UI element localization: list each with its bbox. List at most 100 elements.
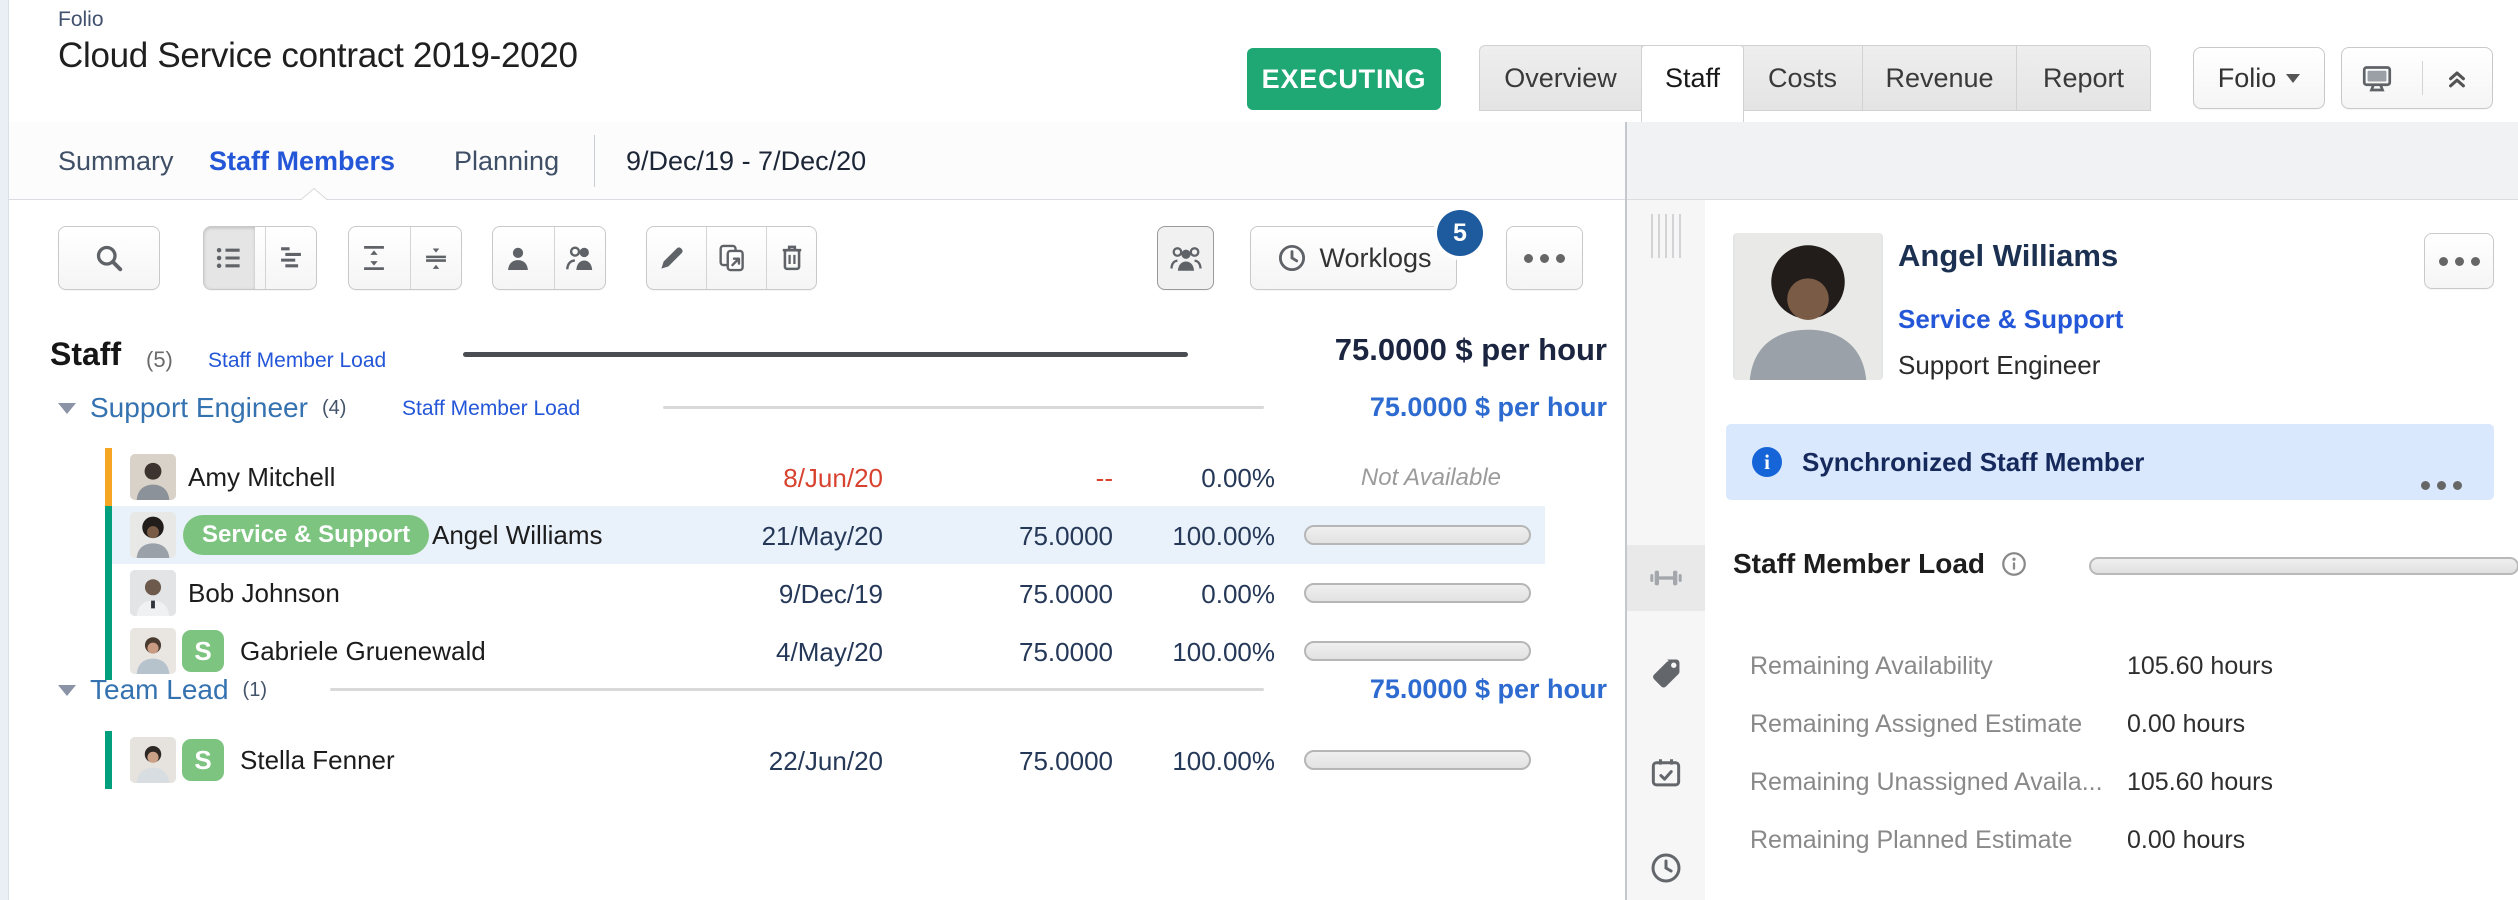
- list-view-group: [203, 226, 317, 290]
- row-percent: 0.00%: [1201, 463, 1275, 494]
- compact-list-button[interactable]: [265, 227, 317, 289]
- list-compact-icon: [274, 241, 308, 275]
- tab-overview[interactable]: Overview: [1480, 46, 1642, 110]
- more-ellipsis-icon: [1524, 254, 1533, 263]
- info-banner-text: Synchronized Staff Member: [1802, 447, 2144, 478]
- detailed-list-button[interactable]: [204, 227, 255, 289]
- folio-dropdown-label: Folio: [2218, 63, 2277, 94]
- table-row-gabriele-gruenewald[interactable]: S Gabriele Gruenewald 4/May/20 75.0000 1…: [105, 622, 1545, 680]
- info-outline-icon[interactable]: [1999, 549, 2029, 579]
- expand-rows-icon: [357, 241, 391, 275]
- add-people-button[interactable]: [554, 227, 606, 289]
- schedule-tab-button[interactable]: [1627, 745, 1705, 801]
- worklog-tab-button[interactable]: [1627, 840, 1705, 896]
- staff-name: Amy Mitchell: [188, 462, 335, 493]
- detail-panel-icon-strip: [1627, 200, 1705, 900]
- collapse-header-button[interactable]: [2422, 61, 2493, 95]
- clock-icon: [1647, 849, 1685, 887]
- section-load-bar: [663, 406, 1264, 409]
- collapse-section-icon[interactable]: [58, 403, 76, 414]
- row-percent: 100.00%: [1172, 746, 1275, 777]
- tab-staff[interactable]: Staff: [1641, 45, 1744, 122]
- list-bulleted-icon: [212, 241, 246, 275]
- metric-value: 105.60 hours: [2127, 768, 2273, 797]
- section-title[interactable]: Team Lead: [90, 674, 229, 706]
- banner-more-button[interactable]: [2421, 481, 2462, 490]
- tab-report[interactable]: Report: [2017, 46, 2150, 110]
- row-rate: 75.0000: [1019, 637, 1113, 668]
- page-header: Folio Cloud Service contract 2019-2020 E…: [9, 0, 2518, 123]
- nav-tab-staff-members[interactable]: Staff Members: [209, 136, 395, 186]
- dumbbell-icon: [1646, 558, 1686, 598]
- table-row-bob-johnson[interactable]: Bob Johnson 9/Dec/19 75.0000 0.00%: [105, 564, 1545, 622]
- panel-drag-handle-icon[interactable]: [1627, 212, 1705, 260]
- section-title[interactable]: Support Engineer: [90, 392, 308, 424]
- search-button[interactable]: [58, 226, 160, 290]
- search-icon: [91, 240, 127, 276]
- edit-pencil-icon: [655, 241, 689, 275]
- section-load-link[interactable]: Staff Member Load: [402, 397, 580, 421]
- collapse-rows-button[interactable]: [410, 227, 462, 289]
- nav-tab-summary[interactable]: Summary: [58, 136, 174, 186]
- detail-load-bar: [2089, 557, 2518, 575]
- chevron-down-icon: [2286, 74, 2300, 83]
- expand-rows-button[interactable]: [349, 227, 400, 289]
- detail-more-button[interactable]: [2424, 233, 2494, 289]
- more-actions-button[interactable]: [1506, 226, 1583, 290]
- load-heading-row: Staff Member Load: [1733, 548, 2029, 580]
- worklogs-button[interactable]: Worklogs: [1250, 226, 1457, 290]
- nav-tab-planning[interactable]: Planning: [454, 136, 559, 186]
- staff-name: Angel Williams: [432, 520, 603, 551]
- row-date: 22/Jun/20: [769, 746, 883, 777]
- folio-dropdown-button[interactable]: Folio: [2193, 47, 2325, 109]
- row-load-bar: [1304, 641, 1531, 661]
- staff-detail-panel: Angel Williams Service & Support Support…: [1705, 200, 2518, 900]
- delete-button[interactable]: [766, 227, 816, 289]
- presentation-mode-button[interactable]: [2342, 60, 2412, 96]
- metric-row: Remaining Planned Estimate 0.00 hours: [1750, 812, 2510, 870]
- folio-date-range[interactable]: 9/Dec/19 - 7/Dec/20: [626, 136, 866, 186]
- collapse-rows-icon: [419, 241, 453, 275]
- synchronized-info-banner: i Synchronized Staff Member: [1726, 424, 2494, 500]
- row-percent: 0.00%: [1201, 579, 1275, 610]
- staff-count: (5): [146, 347, 173, 373]
- metric-label: Remaining Unassigned Availa...: [1750, 768, 2103, 797]
- table-row-amy-mitchell[interactable]: Amy Mitchell 8/Jun/20 -- 0.00% Not Avail…: [105, 448, 1545, 506]
- section-count: (1): [243, 679, 267, 702]
- row-rate: 75.0000: [1019, 746, 1113, 777]
- load-tab-button[interactable]: [1627, 545, 1705, 611]
- metric-row: Remaining Unassigned Availa... 105.60 ho…: [1750, 754, 2510, 812]
- copy-move-button[interactable]: [706, 227, 756, 289]
- row-date: 8/Jun/20: [783, 463, 883, 494]
- group-by-team-button[interactable]: [1157, 226, 1214, 290]
- avatar: [130, 454, 176, 500]
- more-ellipsis-icon: [2439, 257, 2448, 266]
- view-tab-bar: Overview Staff Costs Revenue Report: [1479, 45, 2151, 111]
- add-person-button[interactable]: [493, 227, 544, 289]
- table-row-angel-williams[interactable]: Service & Support Angel Williams 21/May/…: [105, 506, 1545, 564]
- edit-button[interactable]: [647, 227, 696, 289]
- detail-team-link[interactable]: Service & Support: [1898, 304, 2123, 335]
- row-availability: Not Available: [1361, 464, 1501, 492]
- detail-staff-name: Angel Williams: [1898, 238, 2118, 274]
- row-load-bar: [1304, 583, 1531, 603]
- collapse-section-icon[interactable]: [58, 685, 76, 696]
- row-rate: 75.0000: [1019, 521, 1113, 552]
- row-date: 4/May/20: [776, 637, 883, 668]
- metric-row: Remaining Availability 105.60 hours: [1750, 638, 2510, 696]
- tab-costs[interactable]: Costs: [1743, 46, 1863, 110]
- edit-actions-group: [646, 226, 817, 290]
- worklogs-label: Worklogs: [1319, 243, 1431, 274]
- tags-tab-button[interactable]: [1627, 645, 1705, 701]
- group-icon: [1168, 240, 1204, 276]
- tab-revenue[interactable]: Revenue: [1863, 46, 2017, 110]
- row-status-bar: [105, 506, 112, 564]
- synchronized-badge: S: [182, 630, 224, 672]
- table-row-stella-fenner[interactable]: S Stella Fenner 22/Jun/20 75.0000 100.00…: [105, 731, 1545, 789]
- staff-total-load-bar: [463, 352, 1188, 357]
- synchronized-badge: S: [182, 739, 224, 781]
- staff-member-load-link[interactable]: Staff Member Load: [208, 349, 386, 373]
- avatar: [130, 512, 176, 558]
- section-load-bar: [330, 688, 1264, 691]
- window-control-group: [2341, 47, 2493, 109]
